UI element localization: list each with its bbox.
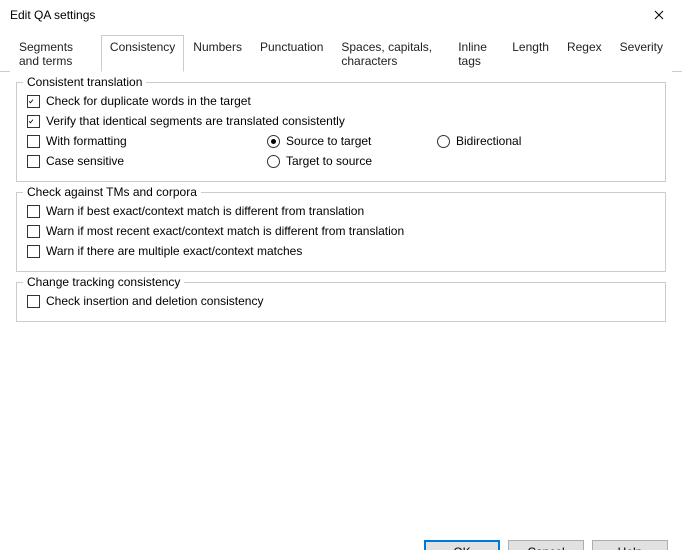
- legend-consistent-translation: Consistent translation: [23, 75, 146, 89]
- radio-bidirectional-label: Bidirectional: [456, 134, 521, 148]
- tab-bar: Segments and terms Consistency Numbers P…: [0, 30, 682, 72]
- check-warn-recent[interactable]: Warn if most recent exact/context match …: [27, 221, 404, 241]
- dialog-buttons: OK Cancel Help: [0, 532, 682, 550]
- radio-icon: [267, 135, 280, 148]
- legend-change-tracking: Change tracking consistency: [23, 275, 184, 289]
- check-with-formatting-label: With formatting: [46, 134, 127, 148]
- tab-numbers[interactable]: Numbers: [184, 35, 251, 72]
- radio-target-to-source[interactable]: Target to source: [267, 151, 437, 171]
- tab-content: Consistent translation Check for duplica…: [0, 72, 682, 532]
- help-button[interactable]: Help: [592, 540, 668, 550]
- radio-target-to-source-label: Target to source: [286, 154, 372, 168]
- tab-punctuation[interactable]: Punctuation: [251, 35, 332, 72]
- tab-spaces-capitals-characters[interactable]: Spaces, capitals, characters: [332, 35, 449, 72]
- close-button[interactable]: [636, 0, 682, 30]
- check-with-formatting[interactable]: With formatting: [27, 131, 267, 151]
- check-warn-best[interactable]: Warn if best exact/context match is diff…: [27, 201, 364, 221]
- checkbox-icon: [27, 225, 40, 238]
- tab-consistency[interactable]: Consistency: [101, 35, 184, 72]
- check-warn-multiple[interactable]: Warn if there are multiple exact/context…: [27, 241, 302, 261]
- tab-severity[interactable]: Severity: [611, 35, 672, 72]
- check-duplicate-words[interactable]: Check for duplicate words in the target: [27, 91, 251, 111]
- check-verify-identical-label: Verify that identical segments are trans…: [46, 114, 345, 128]
- tab-inline-tags[interactable]: Inline tags: [449, 35, 503, 72]
- tab-regex[interactable]: Regex: [558, 35, 611, 72]
- checkbox-icon: [27, 205, 40, 218]
- radio-bidirectional[interactable]: Bidirectional: [437, 131, 607, 151]
- group-check-tms: Check against TMs and corpora Warn if be…: [16, 192, 666, 272]
- check-insertion-deletion-label: Check insertion and deletion consistency: [46, 294, 263, 308]
- tab-segments-and-terms[interactable]: Segments and terms: [10, 35, 101, 72]
- check-duplicate-words-label: Check for duplicate words in the target: [46, 94, 251, 108]
- check-warn-recent-label: Warn if most recent exact/context match …: [46, 224, 404, 238]
- tab-length[interactable]: Length: [503, 35, 558, 72]
- ok-button[interactable]: OK: [424, 540, 500, 550]
- checkbox-icon: [27, 135, 40, 148]
- legend-check-tms: Check against TMs and corpora: [23, 185, 201, 199]
- cancel-button[interactable]: Cancel: [508, 540, 584, 550]
- checkbox-icon: [27, 295, 40, 308]
- check-warn-multiple-label: Warn if there are multiple exact/context…: [46, 244, 302, 258]
- radio-source-to-target-label: Source to target: [286, 134, 371, 148]
- titlebar: Edit QA settings: [0, 0, 682, 30]
- check-case-sensitive-label: Case sensitive: [46, 154, 124, 168]
- check-case-sensitive[interactable]: Case sensitive: [27, 151, 267, 171]
- check-insertion-deletion[interactable]: Check insertion and deletion consistency: [27, 291, 263, 311]
- checkbox-icon: [27, 95, 40, 108]
- checkbox-icon: [27, 155, 40, 168]
- checkbox-icon: [27, 245, 40, 258]
- close-icon: [654, 10, 664, 20]
- check-warn-best-label: Warn if best exact/context match is diff…: [46, 204, 364, 218]
- group-consistent-translation: Consistent translation Check for duplica…: [16, 82, 666, 182]
- check-verify-identical[interactable]: Verify that identical segments are trans…: [27, 111, 345, 131]
- radio-icon: [437, 135, 450, 148]
- checkbox-icon: [27, 115, 40, 128]
- window-title: Edit QA settings: [10, 8, 95, 22]
- radio-icon: [267, 155, 280, 168]
- group-change-tracking: Change tracking consistency Check insert…: [16, 282, 666, 322]
- radio-source-to-target[interactable]: Source to target: [267, 131, 437, 151]
